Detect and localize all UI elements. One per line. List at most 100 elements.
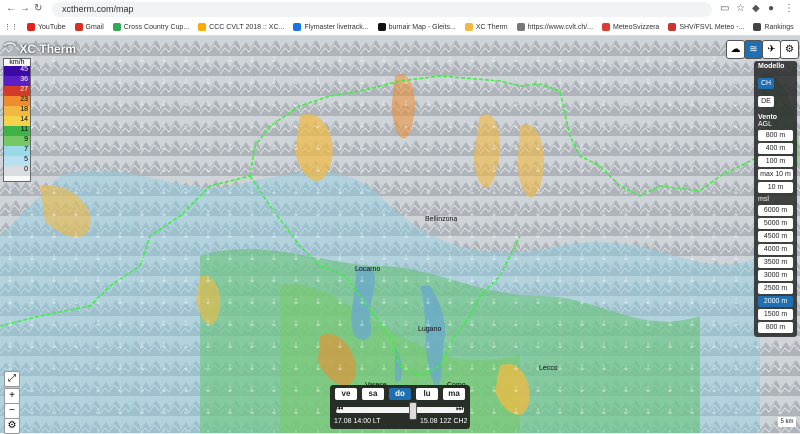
legend-swatch: 45 [4,66,30,76]
bookmark-label: YouTube [38,23,66,31]
legend-swatch: 5 [4,156,30,166]
bookmark-item[interactable]: burnair Map - Gleits... [377,23,456,31]
forward-icon[interactable]: → [20,3,30,14]
bookmark-label: XC Therm [475,23,508,31]
bookmark-favicon-icon [198,23,207,31]
time-slider[interactable] [336,407,464,413]
star-icon[interactable]: ☆ [736,3,745,14]
day-button[interactable]: ma [443,388,465,400]
bookmark-favicon-icon [74,23,83,31]
wind-legend: km/h 45 36 27 23 18 14 11 9 7 5 0 [3,58,31,182]
bookmark-item[interactable]: Gmail [74,23,104,31]
bookmark-favicon-icon [27,23,35,31]
apps-icon[interactable]: ⋮⋮ [4,23,18,31]
bookmark-item[interactable]: XC Therm [464,23,508,31]
model-title: Modello [758,63,785,70]
legend-swatch: 0 [4,166,30,176]
day-button[interactable]: sa [362,388,384,400]
level-button[interactable]: 3000 m [758,270,793,281]
day-button[interactable]: lu [416,388,438,400]
profile-icon[interactable]: ● [768,3,774,14]
level-button[interactable]: 100 m [758,156,793,167]
app-title: XC Therm [19,42,77,56]
bookmark-item[interactable]: MeteoSvizzera [602,23,659,31]
bookmark-favicon-icon [668,23,677,31]
level-button[interactable]: 800 m [758,130,793,141]
level-button[interactable]: 400 m [758,143,793,154]
bookmark-label: Flymaster livetrack... [304,23,369,31]
menu-icon[interactable]: ⋮ [784,3,794,14]
bookmark-item[interactable]: Rankings [753,23,794,31]
cast-icon[interactable]: ▭ [720,3,729,14]
slider-start-icon[interactable]: ⏮ [336,404,343,414]
time-slider-knob[interactable] [409,402,418,420]
legend-swatch: 14 [4,116,30,126]
glider-icon[interactable]: ✈ [762,40,781,59]
level-button[interactable]: 1500 m [758,309,793,320]
level-button[interactable]: 2000 m [758,296,793,307]
bookmark-favicon-icon [753,23,762,31]
bookmarks-bar: ⋮⋮ YouTube Gmail Cross Country Cup... CCC CV… [0,19,800,36]
extensions-icon[interactable]: ◆ [752,3,760,14]
city-label: Lugano [418,326,442,333]
bookmark-favicon-icon [602,23,611,31]
settings-gear-icon[interactable]: ⚙ [4,418,20,434]
level-panel: Modello CH DE Vento AGL 800 m 400 m 100 m m… [754,61,797,337]
bookmark-item[interactable]: YouTube [27,23,66,31]
back-icon[interactable]: ← [6,3,16,14]
level-button[interactable]: max 10 m [758,169,793,180]
legend-swatch: 27 [4,86,30,96]
bookmark-favicon-icon [112,23,121,31]
app-logo[interactable]: ⌒ XC Therm [4,40,76,57]
level-button[interactable]: 4000 m [758,244,793,255]
legend-swatch: 7 [4,146,30,156]
model-ch-button[interactable]: CH [758,78,774,89]
agl-title: AGL [758,121,773,128]
logo-icon: ⌒ [4,42,17,56]
city-label: Locarno [355,266,381,273]
time-control: ve sa do lu ma ⏮ ⏭ 17.08 14:00 LT 15.08 12Z … [330,385,470,429]
address-bar[interactable]: xctherm.com/map [52,2,712,17]
bookmark-item[interactable]: Flymaster livetrack... [293,23,369,31]
map-terrain [0,36,800,433]
level-button[interactable]: 4500 m [758,231,793,242]
bookmark-item[interactable]: SHV/FSVL Meteo -... [668,23,744,31]
browser-toolbar: ← → ↻ xctherm.com/map ▭ ☆ ◆ ● ⋮ [0,0,800,20]
legend-unit: km/h [9,59,25,66]
bookmark-label: burnair Map - Gleits... [388,23,456,31]
zoom-out-button[interactable]: − [4,403,20,419]
level-button[interactable]: 6000 m [758,205,793,216]
day-button[interactable]: do [389,388,411,400]
settings-icon[interactable]: ⚙ [780,40,799,59]
level-button[interactable]: 3500 m [758,257,793,268]
reload-icon[interactable]: ↻ [34,3,42,14]
bookmark-label: Gmail [85,23,104,31]
fullscreen-icon[interactable]: ⤢ [4,371,20,387]
level-button[interactable]: 800 m [758,322,793,333]
wind-title: Vento [758,114,778,121]
level-button[interactable]: 2500 m [758,283,793,294]
city-label: Lecco [539,365,558,372]
wind-layer-icon[interactable]: ≋ [744,40,763,59]
model-de-button[interactable]: DE [758,96,774,107]
model-toggle: CH DE [754,70,797,110]
zoom-in-button[interactable]: + [4,388,20,404]
cloud-icon[interactable]: ☁ [726,40,745,59]
bookmark-label: MeteoSvizzera [613,23,660,31]
city-label: Bellinzona [425,216,458,223]
day-button[interactable]: ve [335,388,357,400]
slider-end-icon[interactable]: ⏭ [456,404,463,414]
legend-swatch: 36 [4,76,30,86]
scale-bar: 5 km [778,417,796,427]
bookmark-item[interactable]: https://www.cvlt.ch/... [516,23,593,31]
model-run: 15.08 12Z CH2 [420,418,468,425]
map-canvas[interactable]: Varese Como Lecco Lugano Locarno Bellinz… [0,36,800,433]
level-button[interactable]: 5000 m [758,218,793,229]
bookmark-label: SHV/FSVL Meteo -... [679,23,745,31]
bookmark-favicon-icon [516,23,525,31]
bookmark-item[interactable]: CCC CVLT 2018 :: XC... [198,23,284,31]
level-button[interactable]: 10 m [758,182,793,193]
bookmark-label: CCC CVLT 2018 :: XC... [209,23,285,31]
legend-swatch: 11 [4,126,30,136]
bookmark-item[interactable]: Cross Country Cup... [112,23,189,31]
